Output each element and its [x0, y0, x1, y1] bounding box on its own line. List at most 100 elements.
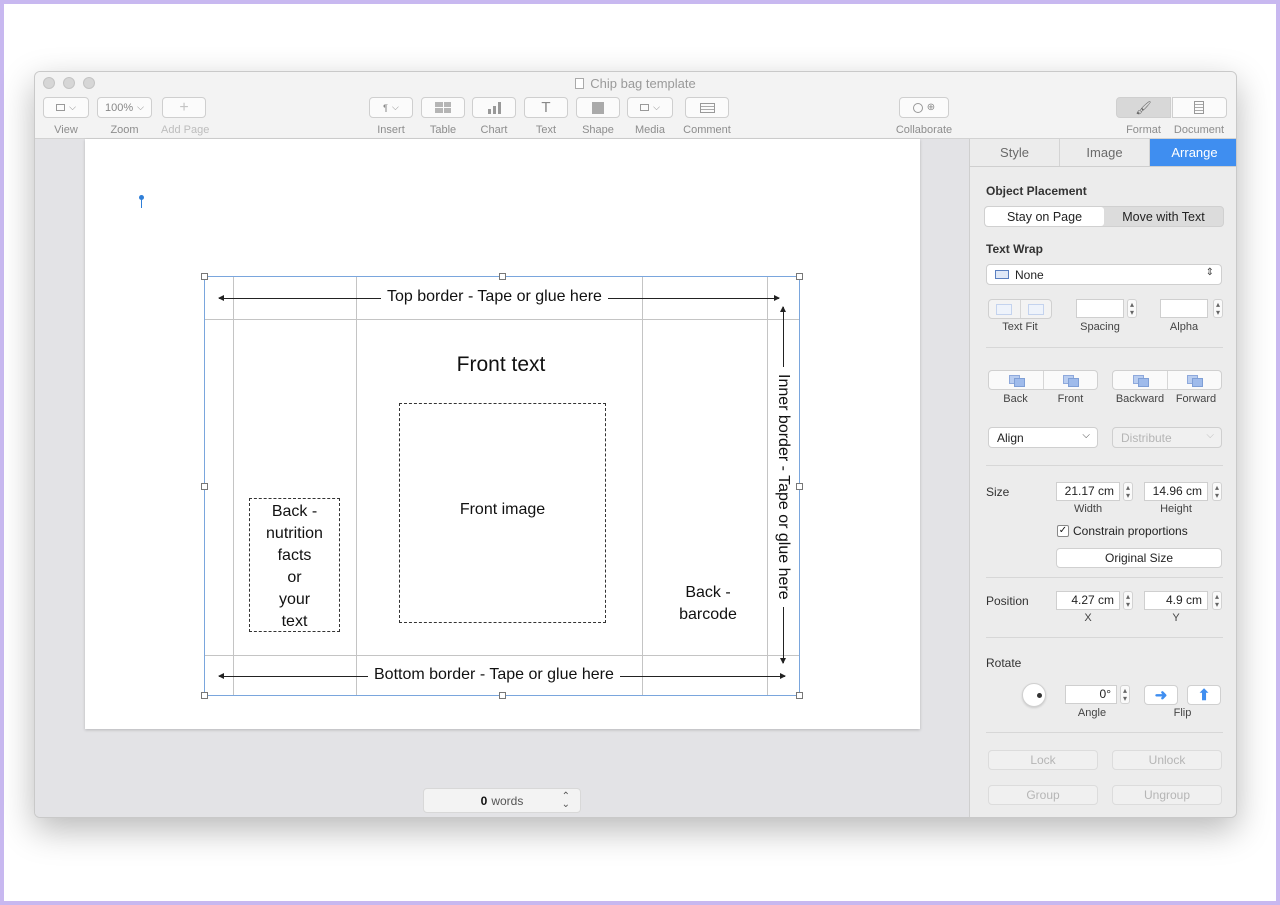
zoom-select[interactable]: 100% ⌵ — [97, 97, 152, 118]
back-nutrition-text: Back - nutrition facts or your text — [250, 501, 339, 633]
group-button[interactable]: Group — [988, 785, 1098, 805]
sidebar-icon — [56, 104, 66, 111]
text-wrap-select[interactable]: None ⇕ — [986, 264, 1222, 285]
flip-horizontal-button[interactable]: ➜ — [1144, 685, 1178, 705]
size-title: Size — [986, 485, 1010, 499]
align-select[interactable]: Align ⌵ — [988, 427, 1098, 448]
table-label: Table — [429, 124, 457, 136]
table-tool[interactable]: Table — [421, 97, 465, 136]
comment-tool[interactable]: Comment — [683, 97, 731, 136]
text-fit-control[interactable] — [988, 299, 1052, 319]
collaborate-label: Collaborate — [895, 124, 953, 136]
back-front-fold-line — [356, 277, 357, 695]
chip-bag-template-image[interactable]: Top border - Tape or glue here Bottom bo… — [201, 273, 803, 699]
document-tool[interactable]: Document — [1171, 97, 1227, 136]
back-nutrition-line: text — [281, 613, 308, 630]
width-label: Width — [1073, 503, 1103, 515]
text-tool[interactable]: T Text — [524, 97, 568, 136]
x-stepper[interactable]: ▴ ▾ — [1123, 591, 1133, 610]
document-button[interactable] — [1171, 97, 1227, 118]
bar-chart-icon — [487, 101, 501, 114]
window-title: Chip bag template — [590, 76, 696, 91]
stay-on-page-option[interactable]: Stay on Page — [985, 207, 1104, 226]
spacing-stepper[interactable]: ▴ ▾ — [1127, 299, 1137, 318]
add-page-button[interactable]: + — [162, 97, 206, 118]
resize-handle-right[interactable] — [796, 483, 803, 490]
word-count-control[interactable]: 0 words ⌃ ⌄ — [423, 788, 581, 813]
shape-tool[interactable]: Shape — [576, 97, 620, 136]
angle-stepper[interactable]: ▴ ▾ — [1120, 685, 1130, 704]
x-field[interactable]: 4.27 cm — [1056, 591, 1120, 610]
resize-handle-bottom[interactable] — [499, 692, 506, 699]
distribute-value: Distribute — [1121, 430, 1172, 445]
text-button[interactable]: T — [524, 97, 568, 118]
height-field[interactable]: 14.96 cm — [1144, 482, 1208, 501]
alpha-field[interactable] — [1160, 299, 1208, 318]
text-fit-tight-button[interactable] — [989, 300, 1021, 318]
height-stepper[interactable]: ▴ ▾ — [1212, 482, 1222, 501]
tab-style[interactable]: Style — [970, 139, 1060, 166]
original-size-button[interactable]: Original Size — [1056, 548, 1222, 568]
plus-icon: + — [179, 98, 189, 116]
alpha-stepper[interactable]: ▴ ▾ — [1213, 299, 1223, 318]
width-stepper[interactable]: ▴ ▾ — [1123, 482, 1133, 501]
tab-arrange[interactable]: Arrange — [1150, 139, 1236, 166]
collaborate-tool[interactable]: ⊕ Collaborate — [893, 97, 955, 136]
ungroup-button[interactable]: Ungroup — [1112, 785, 1222, 805]
bring-forward-button[interactable] — [1168, 371, 1222, 389]
bring-forward-icon — [1187, 375, 1204, 387]
resize-handle-left[interactable] — [201, 483, 208, 490]
text-box-icon: T — [541, 99, 551, 116]
text-fit-tight-icon — [996, 303, 1013, 315]
comment-button[interactable] — [685, 97, 729, 118]
chevron-down-icon: ⌵ — [1206, 430, 1214, 441]
resize-handle-bottom-right[interactable] — [796, 692, 803, 699]
chart-button[interactable] — [472, 97, 516, 118]
insert-tool[interactable]: ¶ ⌵ Insert — [368, 97, 414, 136]
shape-button[interactable] — [576, 97, 620, 118]
inner-border-label: Inner border - Tape or glue here — [771, 367, 795, 607]
insert-button[interactable]: ¶ ⌵ — [369, 97, 413, 118]
y-stepper[interactable]: ▴ ▾ — [1212, 591, 1222, 610]
distribute-select[interactable]: Distribute ⌵ — [1112, 427, 1222, 448]
document-page[interactable]: Top border - Tape or glue here Bottom bo… — [85, 139, 920, 729]
back-barcode-line: Back - — [685, 584, 731, 601]
resize-handle-top-left[interactable] — [201, 273, 208, 280]
flip-vertical-button[interactable]: ⬆ — [1187, 685, 1221, 705]
format-tool[interactable]: 🖌 Format — [1116, 97, 1171, 136]
text-label: Text — [535, 124, 557, 136]
document-canvas[interactable]: Top border - Tape or glue here Bottom bo… — [35, 139, 969, 817]
send-backward-button[interactable] — [1113, 371, 1168, 389]
word-count-stepper-icon[interactable]: ⌃ ⌄ — [562, 792, 570, 810]
view-tool[interactable]: ⌵ View — [43, 97, 89, 136]
add-page-tool[interactable]: + Add Page — [161, 97, 209, 136]
chart-label: Chart — [480, 124, 508, 136]
back-nutrition-line: Back - — [271, 503, 318, 520]
text-fit-box-button[interactable] — [1021, 300, 1052, 318]
width-field[interactable]: 21.17 cm — [1056, 482, 1120, 501]
divider — [986, 637, 1223, 638]
view-button[interactable]: ⌵ — [43, 97, 89, 118]
rotate-knob[interactable] — [1022, 683, 1046, 707]
text-fit-box-icon — [1027, 303, 1044, 315]
angle-field[interactable]: 0° — [1065, 685, 1117, 704]
lock-button[interactable]: Lock — [988, 750, 1098, 770]
send-to-back-button[interactable] — [989, 371, 1044, 389]
y-field[interactable]: 4.9 cm — [1144, 591, 1208, 610]
media-button[interactable]: ⌵ — [627, 97, 673, 118]
resize-handle-top-right[interactable] — [796, 273, 803, 280]
unlock-button[interactable]: Unlock — [1112, 750, 1222, 770]
spacing-field[interactable] — [1076, 299, 1124, 318]
table-button[interactable] — [421, 97, 465, 118]
format-button[interactable]: 🖌 — [1116, 97, 1171, 118]
zoom-tool[interactable]: 100% ⌵ Zoom — [97, 97, 152, 136]
resize-handle-top[interactable] — [499, 273, 506, 280]
collaborate-button[interactable]: ⊕ — [899, 97, 949, 118]
move-with-text-option[interactable]: Move with Text — [1104, 207, 1223, 226]
bring-to-front-button[interactable] — [1044, 371, 1098, 389]
resize-handle-bottom-left[interactable] — [201, 692, 208, 699]
chart-tool[interactable]: Chart — [472, 97, 516, 136]
constrain-proportions-checkbox[interactable]: ✓ — [1057, 525, 1069, 537]
tab-image[interactable]: Image — [1060, 139, 1150, 166]
media-tool[interactable]: ⌵ Media — [627, 97, 673, 136]
